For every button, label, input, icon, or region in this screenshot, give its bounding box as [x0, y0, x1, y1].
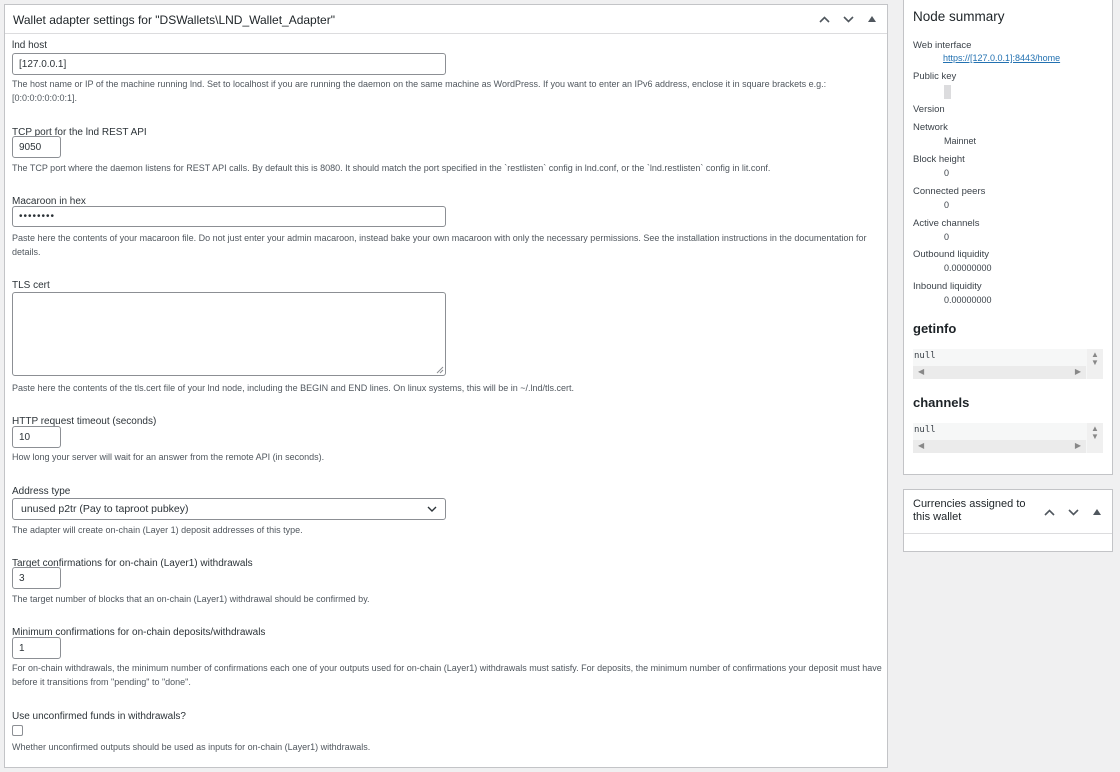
move-down-button[interactable]	[1062, 504, 1084, 520]
network-label: Network	[913, 122, 948, 133]
settings-box-header: Wallet adapter settings for "DSWallets\L…	[5, 5, 887, 34]
channels-heading: channels	[913, 395, 970, 410]
connected-peers-value: 0	[944, 200, 950, 210]
target-confirmations-input[interactable]: 3	[12, 567, 61, 589]
active-channels-label: Active channels	[913, 218, 980, 229]
move-up-button[interactable]	[813, 11, 835, 27]
minimum-confirmations-description: For on-chain withdrawals, the minimum nu…	[12, 663, 882, 687]
wallet-adapter-settings-box: Wallet adapter settings for "DSWallets\L…	[4, 4, 888, 768]
scroll-left-icon[interactable]: ◀	[918, 367, 924, 376]
currencies-box: Currencies assigned to this wallet	[903, 489, 1113, 552]
node-summary-title: Node summary	[913, 9, 1005, 24]
resize-grip-icon[interactable]	[436, 366, 444, 374]
getinfo-vertical-scrollbar[interactable]: ▲ ▼	[1087, 349, 1103, 379]
outbound-liquidity-value: 0.00000000	[944, 263, 992, 273]
node-summary-box: Node summary Web interface https://[127.…	[903, 0, 1113, 475]
lnd-host-input[interactable]: [127.0.0.1]	[12, 53, 446, 75]
active-channels-value: 0	[944, 232, 950, 242]
scroll-down-icon[interactable]: ▼	[1091, 432, 1099, 441]
chevron-up-icon	[818, 15, 830, 23]
scroll-right-icon[interactable]: ▶	[1075, 441, 1081, 450]
currencies-box-title: Currencies assigned to this wallet	[913, 498, 1026, 523]
unconfirmed-funds-description: Whether unconfirmed outputs should be us…	[12, 742, 371, 752]
chevron-down-icon	[427, 506, 437, 512]
outbound-liquidity-label: Outbound liquidity	[913, 249, 990, 260]
macaroon-description: Paste here the contents of your macaroon…	[12, 233, 867, 257]
getinfo-output[interactable]: null ◀ ▶ ▲ ▼	[913, 349, 1103, 379]
tcp-port-input[interactable]: 9050	[12, 136, 61, 158]
public-key-label: Public key	[913, 71, 957, 82]
chevron-down-icon	[842, 15, 854, 23]
scroll-left-icon[interactable]: ◀	[918, 441, 924, 450]
http-timeout-input[interactable]: 10	[12, 426, 61, 448]
tls-cert-description: Paste here the contents of the tls.cert …	[12, 383, 575, 393]
block-height-label: Block height	[913, 154, 965, 165]
getinfo-heading: getinfo	[913, 321, 957, 336]
getinfo-value: null	[914, 351, 936, 361]
unconfirmed-funds-checkbox[interactable]	[12, 725, 23, 736]
chevron-up-icon	[1043, 508, 1055, 516]
block-height-value: 0	[944, 168, 950, 178]
http-timeout-description: How long your server will wait for an an…	[12, 452, 325, 462]
tls-cert-label: TLS cert	[12, 280, 50, 291]
scroll-right-icon[interactable]: ▶	[1075, 367, 1081, 376]
network-value: Mainnet	[944, 136, 977, 146]
channels-output[interactable]: null ◀ ▶ ▲ ▼	[913, 423, 1103, 453]
move-up-button[interactable]	[1038, 504, 1060, 520]
tcp-port-description: The TCP port where the daemon listens fo…	[12, 163, 771, 173]
channels-value: null	[914, 425, 936, 435]
minimum-confirmations-input[interactable]: 1	[12, 637, 61, 659]
toggle-panel-button[interactable]	[861, 11, 883, 27]
web-interface-link[interactable]: https://[127.0.0.1]:8443/home	[943, 53, 1060, 63]
toggle-panel-button[interactable]	[1086, 504, 1108, 520]
move-down-button[interactable]	[837, 11, 859, 27]
connected-peers-label: Connected peers	[913, 186, 986, 197]
address-type-select[interactable]: unused p2tr (Pay to taproot pubkey)	[12, 498, 446, 520]
channels-horizontal-scrollbar[interactable]: ◀ ▶	[913, 440, 1086, 453]
getinfo-horizontal-scrollbar[interactable]: ◀ ▶	[913, 366, 1086, 379]
public-key-value	[944, 85, 951, 99]
address-type-label: Address type	[12, 486, 71, 497]
address-type-selected-value: unused p2tr (Pay to taproot pubkey)	[21, 503, 189, 515]
chevron-down-icon	[1067, 508, 1079, 516]
channels-vertical-scrollbar[interactable]: ▲ ▼	[1087, 423, 1103, 453]
scroll-down-icon[interactable]: ▼	[1091, 358, 1099, 367]
tls-cert-textarea[interactable]	[12, 292, 446, 376]
unconfirmed-funds-label: Use unconfirmed funds in withdrawals?	[12, 711, 186, 722]
web-interface-label: Web interface	[913, 40, 972, 51]
currencies-box-header: Currencies assigned to this wallet	[904, 490, 1112, 534]
inbound-liquidity-value: 0.00000000	[944, 295, 992, 305]
macaroon-input[interactable]: ••••••••	[12, 206, 446, 227]
target-confirmations-description: The target number of blocks that an on-c…	[12, 594, 370, 604]
inbound-liquidity-label: Inbound liquidity	[913, 281, 982, 292]
lnd-host-label: lnd host	[12, 40, 48, 51]
address-type-description: The adapter will create on-chain (Layer …	[12, 525, 303, 535]
version-label: Version	[913, 104, 945, 115]
triangle-up-icon	[868, 16, 876, 22]
settings-box-title: Wallet adapter settings for "DSWallets\L…	[13, 13, 335, 27]
lnd-host-description: The host name or IP of the machine runni…	[12, 79, 827, 103]
triangle-up-icon	[1093, 509, 1101, 515]
